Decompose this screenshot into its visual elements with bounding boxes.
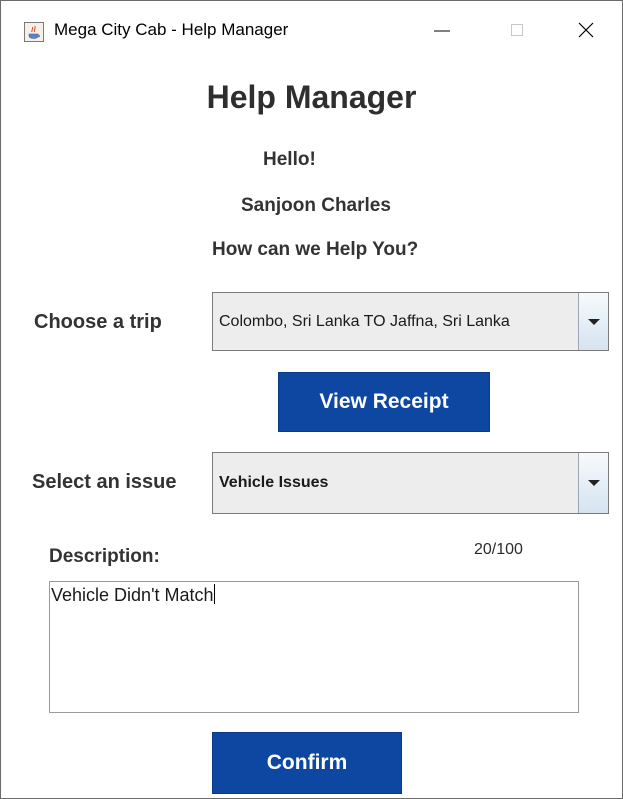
title-bar[interactable]: Mega City Cab - Help Manager [1, 1, 622, 63]
chevron-down-icon[interactable] [578, 293, 608, 350]
description-label: Description: [49, 546, 160, 567]
page-title: Help Manager [206, 79, 417, 115]
close-icon [576, 20, 596, 45]
user-name: Sanjoon Charles [241, 195, 391, 216]
description-text: Vehicle Didn't Match [51, 585, 214, 605]
chevron-down-icon[interactable] [578, 453, 608, 513]
confirm-button[interactable]: Confirm [212, 732, 402, 794]
issue-selected-value: Vehicle Issues [219, 474, 329, 491]
maximize-icon [507, 20, 527, 45]
java-cup-icon [24, 22, 44, 42]
view-receipt-button[interactable]: View Receipt [278, 372, 490, 432]
minimize-button[interactable] [417, 9, 467, 55]
issue-label: Select an issue [32, 471, 177, 493]
minimize-icon [432, 20, 452, 45]
trip-dropdown[interactable]: Colombo, Sri Lanka TO Jaffna, Sri Lanka [212, 292, 609, 351]
greeting-text: Hello! [263, 149, 316, 170]
help-manager-window: Mega City Cab - Help Manager Help Manage… [0, 0, 623, 799]
character-counter: 20/100 [474, 541, 523, 558]
close-button[interactable] [561, 9, 611, 55]
description-textarea[interactable]: Vehicle Didn't Match [49, 581, 579, 713]
maximize-button[interactable] [492, 9, 542, 55]
issue-dropdown[interactable]: Vehicle Issues [212, 452, 609, 514]
window-title: Mega City Cab - Help Manager [54, 20, 289, 39]
trip-label: Choose a trip [34, 311, 162, 333]
help-prompt: How can we Help You? [212, 239, 419, 260]
trip-selected-value: Colombo, Sri Lanka TO Jaffna, Sri Lanka [219, 312, 510, 330]
text-caret [213, 584, 215, 604]
